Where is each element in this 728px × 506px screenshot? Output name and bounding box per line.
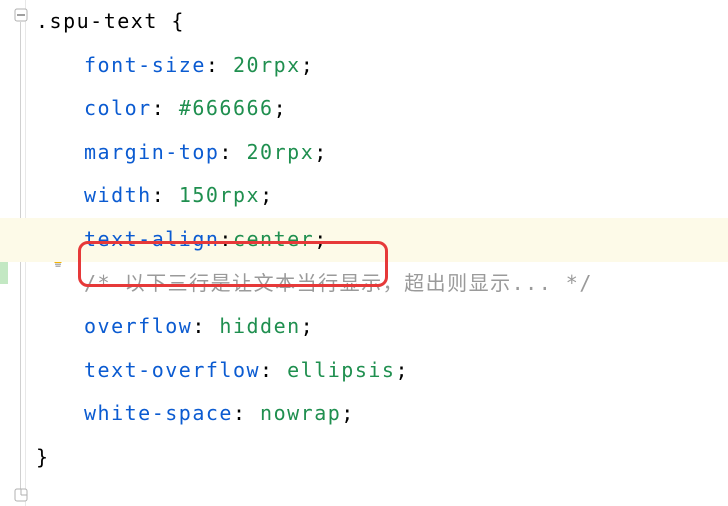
css-value: ellipsis: [287, 358, 395, 382]
css-property: white-space: [84, 401, 233, 425]
code-line[interactable]: margin-top: 20rpx;: [30, 131, 728, 175]
code-line[interactable]: color: #666666;: [30, 87, 728, 131]
code-line[interactable]: .spu-text {: [30, 0, 728, 44]
css-selector: .spu-text: [36, 9, 158, 33]
fold-end-icon[interactable]: [14, 488, 28, 502]
css-unit: rpx: [274, 140, 315, 164]
semicolon: ;: [314, 140, 328, 164]
css-property: margin-top: [84, 140, 219, 164]
semicolon: ;: [314, 227, 328, 251]
code-line-current[interactable]: text-align:center;: [30, 218, 728, 262]
css-comment: /* 以下三行是让文本当行显示，超出则显示... */: [84, 271, 593, 295]
semicolon: ;: [260, 183, 274, 207]
css-unit: rpx: [260, 53, 301, 77]
code-line[interactable]: text-overflow: ellipsis;: [30, 349, 728, 393]
colon: :: [219, 227, 233, 251]
colon: :: [152, 96, 179, 120]
semicolon: ;: [301, 314, 315, 338]
semicolon: ;: [274, 96, 288, 120]
code-line[interactable]: }: [30, 436, 728, 480]
css-value: #666666: [179, 96, 274, 120]
code-line[interactable]: overflow: hidden;: [30, 305, 728, 349]
brace-close: }: [36, 445, 50, 469]
css-value: center: [233, 227, 314, 251]
css-property: width: [84, 183, 152, 207]
fold-collapse-icon[interactable]: [14, 8, 28, 22]
semicolon: ;: [301, 53, 315, 77]
code-line[interactable]: white-space: nowrap;: [30, 392, 728, 436]
css-property: color: [84, 96, 152, 120]
css-property: text-align: [84, 227, 219, 251]
colon: :: [206, 53, 233, 77]
css-value: 20: [247, 140, 274, 164]
css-property: overflow: [84, 314, 192, 338]
css-property: font-size: [84, 53, 206, 77]
semicolon: ;: [395, 358, 409, 382]
code-editor[interactable]: .spu-text { font-size: 20rpx; color: #66…: [30, 0, 728, 480]
css-value: nowrap: [260, 401, 341, 425]
css-unit: rpx: [219, 183, 260, 207]
colon: :: [152, 183, 179, 207]
code-line[interactable]: font-size: 20rpx;: [30, 44, 728, 88]
css-property: text-overflow: [84, 358, 260, 382]
colon: :: [233, 401, 260, 425]
css-value: hidden: [219, 314, 300, 338]
code-line[interactable]: width: 150rpx;: [30, 174, 728, 218]
colon: :: [219, 140, 246, 164]
colon: :: [260, 358, 287, 382]
semicolon: ;: [341, 401, 355, 425]
brace-open: {: [171, 9, 185, 33]
code-line[interactable]: /* 以下三行是让文本当行显示，超出则显示... */: [30, 262, 728, 306]
colon: :: [192, 314, 219, 338]
css-value: 150: [179, 183, 220, 207]
css-value: 20: [233, 53, 260, 77]
